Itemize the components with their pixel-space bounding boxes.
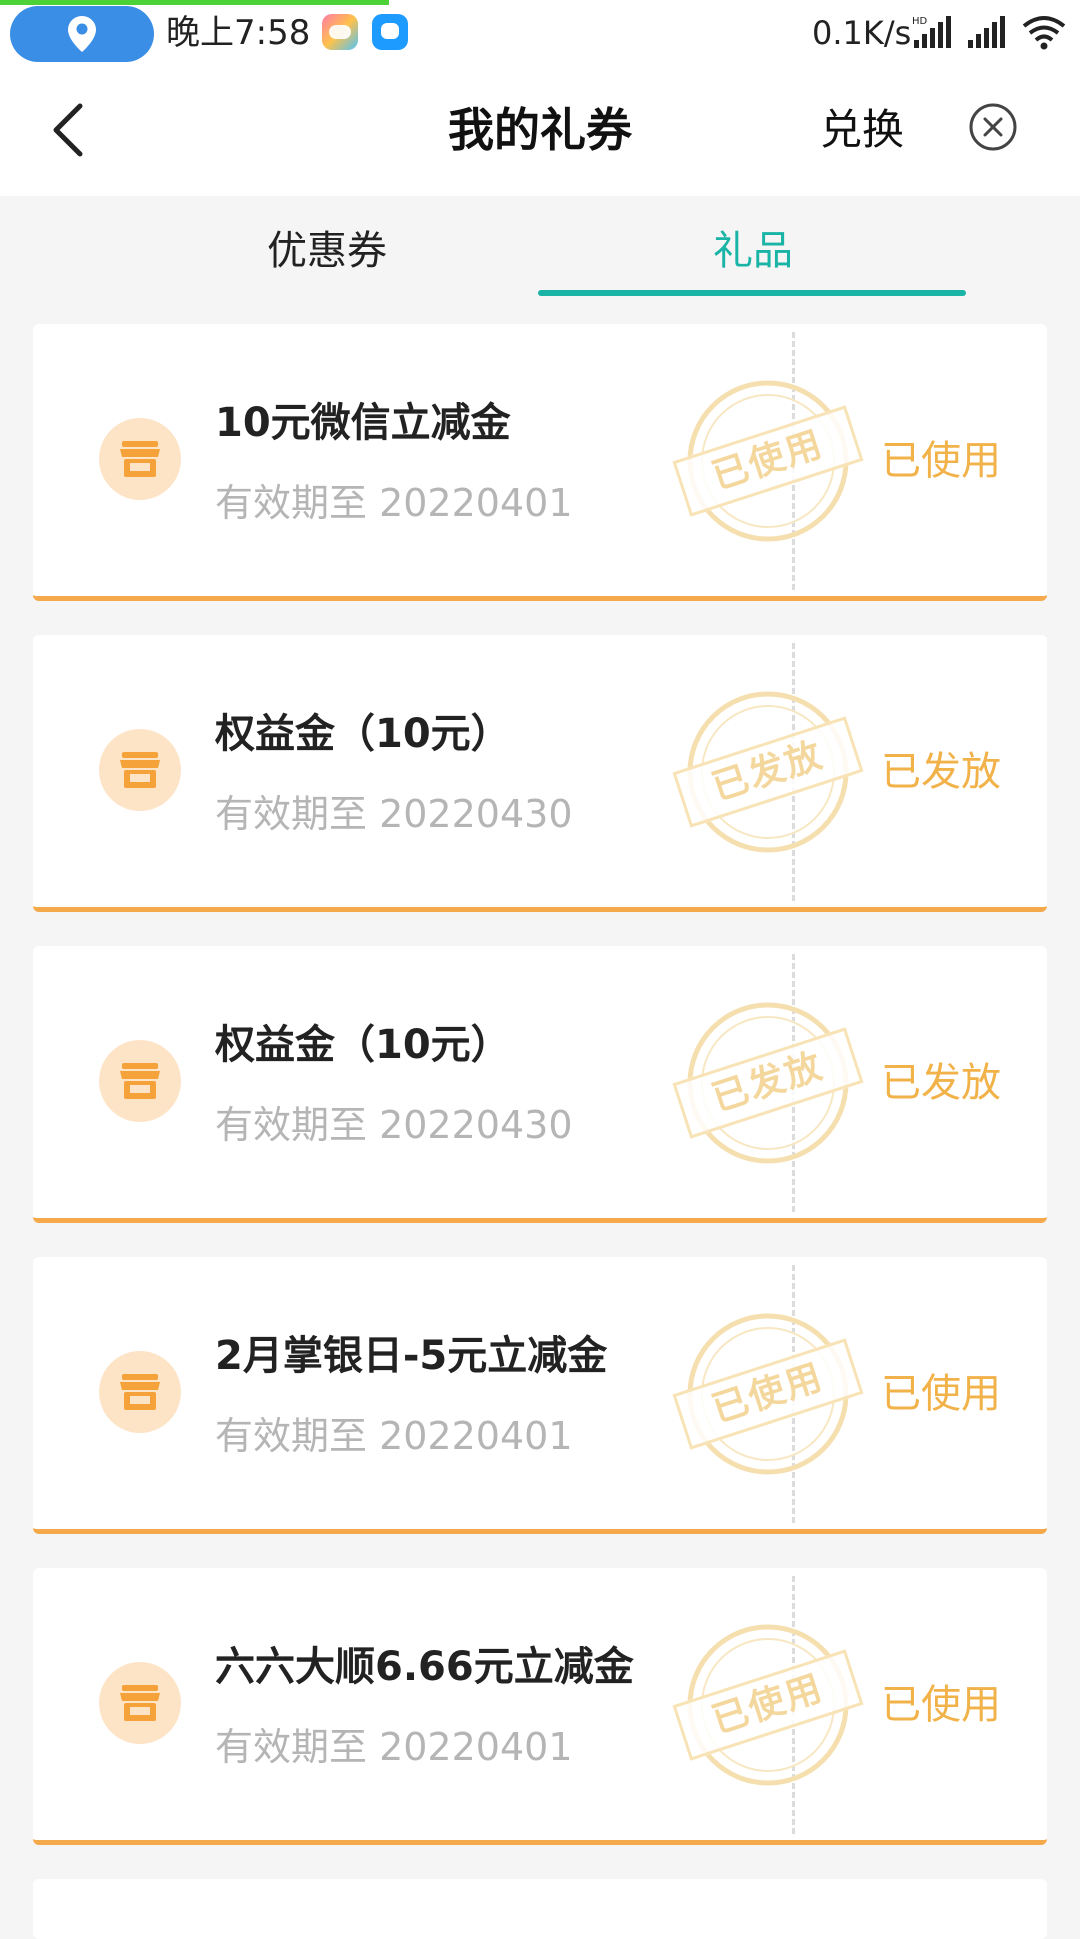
svg-text:HD: HD — [912, 16, 928, 27]
exchange-button[interactable]: 兑换 — [820, 94, 904, 166]
status-stamp: 已使用 — [672, 1620, 864, 1790]
store-icon — [99, 1351, 181, 1433]
location-pill[interactable] — [10, 6, 154, 62]
item-title: 权益金（10元） — [215, 1022, 511, 1068]
list-item[interactable]: 2月掌银日-5元立减金 有效期至 20220401 已使用 已使用 — [33, 1257, 1047, 1534]
active-tab-indicator — [538, 290, 966, 296]
list-item[interactable]: 权益金（10元） 有效期至 20220430 已发放 已发放 — [33, 635, 1047, 912]
list-item[interactable]: 权益金（10元） 有效期至 20220430 已发放 已发放 — [33, 946, 1047, 1223]
network-speed: 0.1K/s — [812, 14, 912, 52]
item-status: 已使用 — [881, 1682, 1001, 1728]
item-title: 2月掌银日-5元立减金 — [215, 1333, 608, 1379]
back-button[interactable] — [36, 94, 100, 166]
store-icon — [99, 418, 181, 500]
item-status: 已使用 — [881, 1371, 1001, 1417]
list-item-partial[interactable] — [33, 1879, 1047, 1939]
close-circle-icon — [969, 103, 1017, 151]
loading-progress-bar — [0, 0, 389, 5]
game-app-icon — [322, 14, 358, 50]
signal-icon — [968, 16, 1005, 48]
list-item[interactable]: 六六大顺6.66元立减金 有效期至 20220401 已使用 已使用 — [33, 1568, 1047, 1845]
item-title: 10元微信立减金 — [215, 400, 511, 446]
item-status: 已使用 — [881, 438, 1001, 484]
header: 我的礼券 兑换 — [0, 64, 1080, 196]
status-stamp: 已使用 — [672, 376, 864, 546]
status-time: 晚上7:58 — [166, 13, 311, 53]
item-expiry: 有效期至 20220401 — [215, 1414, 573, 1458]
wifi-icon — [1022, 16, 1066, 50]
store-icon — [99, 1040, 181, 1122]
hd-signal-icon: HD — [912, 16, 951, 48]
item-expiry: 有效期至 20220430 — [215, 1103, 573, 1147]
store-icon — [99, 729, 181, 811]
status-bar: 晚上7:58 0.1K/s HD — [0, 0, 1080, 64]
item-title: 六六大顺6.66元立减金 — [215, 1644, 634, 1690]
tab-bar: 优惠券 礼品 — [0, 196, 1080, 306]
chat-app-icon — [372, 14, 408, 50]
item-expiry: 有效期至 20220401 — [215, 1725, 573, 1769]
item-status: 已发放 — [881, 749, 1001, 795]
status-stamp: 已发放 — [672, 687, 864, 857]
item-expiry: 有效期至 20220401 — [215, 481, 573, 525]
page-title: 我的礼券 — [448, 103, 632, 157]
close-button[interactable] — [966, 100, 1020, 154]
item-status: 已发放 — [881, 1060, 1001, 1106]
store-icon — [99, 1662, 181, 1744]
tab-coupons[interactable]: 优惠券 — [112, 196, 542, 296]
item-expiry: 有效期至 20220430 — [215, 792, 573, 836]
location-icon — [68, 16, 96, 52]
status-stamp: 已发放 — [672, 998, 864, 1168]
item-title: 权益金（10元） — [215, 711, 511, 757]
status-stamp: 已使用 — [672, 1309, 864, 1479]
list-item[interactable]: 10元微信立减金 有效期至 20220401 已使用 已使用 — [33, 324, 1047, 601]
tab-gifts[interactable]: 礼品 — [538, 196, 968, 296]
chevron-left-icon — [53, 103, 83, 157]
